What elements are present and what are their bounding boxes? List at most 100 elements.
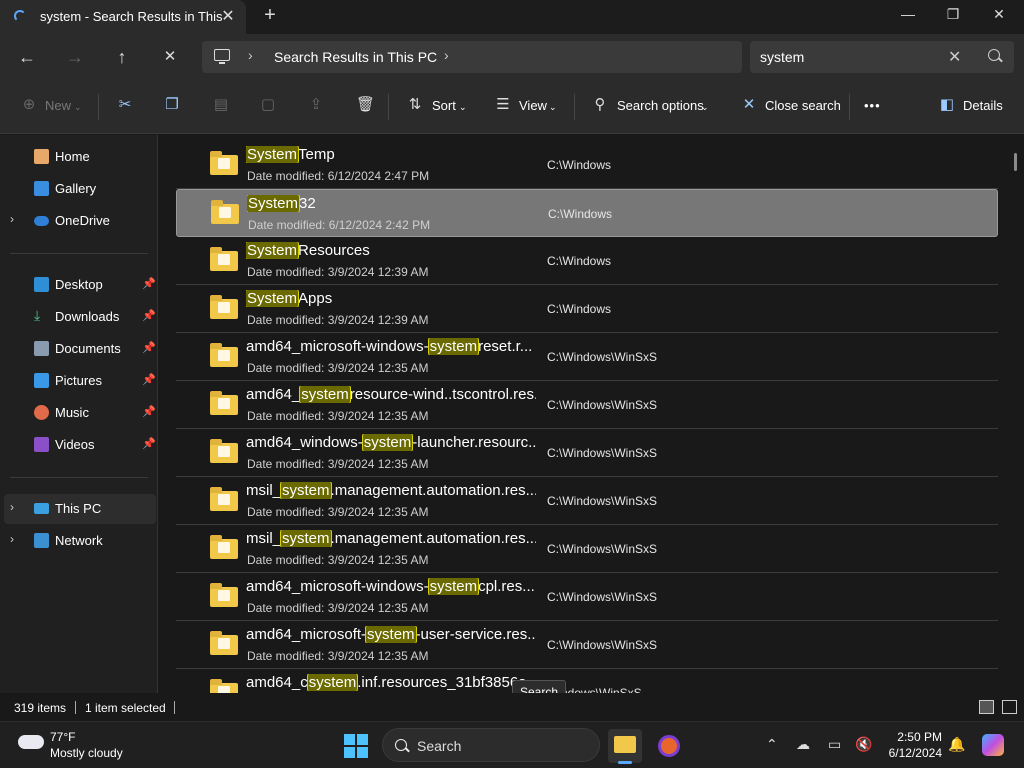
search-options-icon[interactable]: ⚲ [591, 96, 609, 114]
file-location: C:\Windows\WinSxS [547, 350, 658, 364]
divider [75, 701, 76, 714]
pin-icon[interactable]: 📌 [142, 277, 156, 290]
file-row[interactable]: amd64_microsoft-system-user-service.res.… [176, 621, 998, 669]
pin-icon[interactable]: 📌 [142, 373, 156, 386]
paste-icon[interactable]: ▤ [212, 96, 230, 114]
file-location: C:\Windows [548, 207, 613, 221]
chevron-up-icon[interactable]: ⌃ [766, 736, 778, 753]
weather-widget[interactable]: 77°F Mostly cloudy [50, 730, 123, 760]
sidebar-item-gallery[interactable]: Gallery [0, 174, 156, 204]
tiles-view-icon[interactable] [1002, 700, 1017, 714]
device-icon[interactable]: ▭ [828, 736, 841, 753]
sidebar-item-pictures[interactable]: Pictures 📌 [0, 366, 156, 396]
file-row[interactable]: msil_system.management.automation.res...… [176, 477, 998, 525]
pin-icon[interactable]: 📌 [142, 405, 156, 418]
view-icon[interactable]: ☰ [494, 96, 512, 114]
sidebar-item-desktop[interactable]: Desktop 📌 [0, 270, 156, 300]
navigation-bar: ← → ↑ ✕ › Search Results in This PC › sy… [0, 34, 1024, 80]
address-bar[interactable]: › Search Results in This PC › [202, 41, 742, 73]
chevron-right-icon[interactable]: › [10, 212, 14, 226]
file-row[interactable]: amd64_microsoft-windows-systemcpl.res...… [176, 573, 998, 621]
search-icon [395, 739, 407, 751]
minimize-button[interactable]: — [896, 6, 920, 22]
taskbar-search[interactable]: Search [382, 728, 600, 762]
window-tab[interactable]: system - Search Results in This ✕ [0, 0, 246, 34]
chevron-right-icon[interactable]: › [10, 500, 14, 514]
pin-icon[interactable]: 📌 [142, 309, 156, 322]
divider [98, 94, 99, 120]
close-search-icon[interactable]: ✕ [740, 96, 758, 114]
pin-icon[interactable]: 📌 [142, 341, 156, 354]
search-highlight: system [365, 626, 417, 643]
sidebar-item-documents[interactable]: Documents 📌 [0, 334, 156, 364]
divider [849, 94, 850, 120]
file-row[interactable]: msil_system.management.automation.res...… [176, 525, 998, 573]
rename-icon[interactable]: ▢ [259, 96, 277, 114]
file-location: C:\Windows\WinSxS [547, 398, 658, 412]
delete-icon[interactable]: 🗑 [356, 96, 375, 114]
sidebar-item-network[interactable]: › Network [0, 526, 156, 556]
breadcrumb[interactable]: Search Results in This PC [274, 49, 437, 65]
clear-search-icon[interactable]: ✕ [948, 47, 961, 67]
new-button[interactable]: New [45, 98, 71, 113]
close-tab-button[interactable]: ✕ [218, 6, 238, 26]
file-row[interactable]: amd64_systemresource-wind..tscontrol.res… [176, 381, 998, 429]
documents-icon [34, 341, 49, 356]
sidebar-item-music[interactable]: Music 📌 [0, 398, 156, 428]
search-input[interactable]: system [760, 49, 804, 65]
details-button[interactable]: Details [963, 98, 1003, 113]
sidebar-item-downloads[interactable]: ⤓ Downloads 📌 [0, 302, 156, 332]
share-icon[interactable]: ⇪ [307, 96, 325, 114]
view-button[interactable]: View [519, 98, 547, 113]
file-row[interactable]: amd64_windows-system-launcher.resourc...… [176, 429, 998, 477]
details-view-icon[interactable] [979, 700, 994, 714]
sidebar-item-home[interactable]: Home [0, 142, 156, 172]
file-name-prefix: amd64_microsoft-windows- [246, 578, 429, 595]
copy-icon[interactable]: ❐ [163, 96, 181, 114]
notification-bell-icon[interactable]: 🔔 [948, 736, 965, 753]
chevron-right-icon[interactable]: › [444, 47, 449, 63]
home-icon [34, 149, 49, 164]
file-row[interactable]: amd64_microsoft-windows-systemreset.r...… [176, 333, 998, 381]
close-window-button[interactable]: ✕ [987, 6, 1011, 23]
chevron-right-icon[interactable]: › [10, 532, 14, 546]
sidebar-item-this-pc[interactable]: › This PC [4, 494, 156, 524]
file-location: C:\Windows [547, 158, 612, 172]
mute-icon[interactable]: 🔇 [855, 736, 872, 753]
weather-icon[interactable] [18, 728, 44, 749]
selection-count: 1 item selected [85, 701, 166, 715]
file-explorer-app[interactable] [608, 729, 642, 764]
stop-button[interactable]: ✕ [158, 45, 182, 69]
start-button[interactable] [344, 734, 368, 758]
scrollbar-thumb[interactable] [1014, 153, 1017, 171]
file-row[interactable]: amd64_csystem.inf.resources_31bf3856a...… [176, 669, 998, 693]
clock[interactable]: 2:50 PM 6/12/2024 [886, 730, 942, 760]
forward-button[interactable]: → [63, 45, 87, 69]
back-button[interactable]: ← [15, 45, 39, 69]
pin-icon[interactable]: 📌 [142, 437, 156, 450]
maximize-button[interactable]: ❐ [941, 6, 965, 23]
search-icon[interactable] [988, 49, 1000, 61]
details-pane-icon[interactable]: ◧ [938, 96, 956, 114]
file-row[interactable]: SystemResources Date modified: 3/9/2024 1… [176, 237, 998, 285]
up-button[interactable]: ↑ [110, 45, 134, 69]
file-row[interactable]: System32 Date modified: 6/12/2024 2:42 PM… [176, 189, 998, 237]
temperature: 77°F [50, 730, 76, 744]
cloud-offline-icon[interactable]: ☁ [796, 736, 810, 753]
file-row[interactable]: SystemTemp Date modified: 6/12/2024 2:47 … [176, 141, 998, 189]
sort-icon[interactable]: ⇅ [406, 96, 424, 114]
sidebar-item-onedrive[interactable]: › OneDrive [0, 206, 156, 236]
cut-icon[interactable]: ✂ [116, 96, 134, 114]
file-row[interactable]: SystemApps Date modified: 3/9/2024 12:39 … [176, 285, 998, 333]
sort-button[interactable]: Sort [432, 98, 456, 113]
search-options-button[interactable]: Search options [617, 98, 704, 113]
firefox-app[interactable] [652, 729, 686, 763]
date-modified: Date modified: 3/9/2024 12:35 AM [247, 505, 429, 519]
new-tab-button[interactable]: + [260, 4, 280, 27]
more-options-button[interactable]: ••• [864, 98, 881, 113]
copilot-icon[interactable] [982, 734, 1004, 756]
sidebar-item-videos[interactable]: Videos 📌 [0, 430, 156, 460]
file-name: msil_system.management.automation.res... [246, 482, 536, 499]
search-box[interactable]: system ✕ [750, 41, 1014, 73]
close-search-button[interactable]: Close search [765, 98, 841, 113]
